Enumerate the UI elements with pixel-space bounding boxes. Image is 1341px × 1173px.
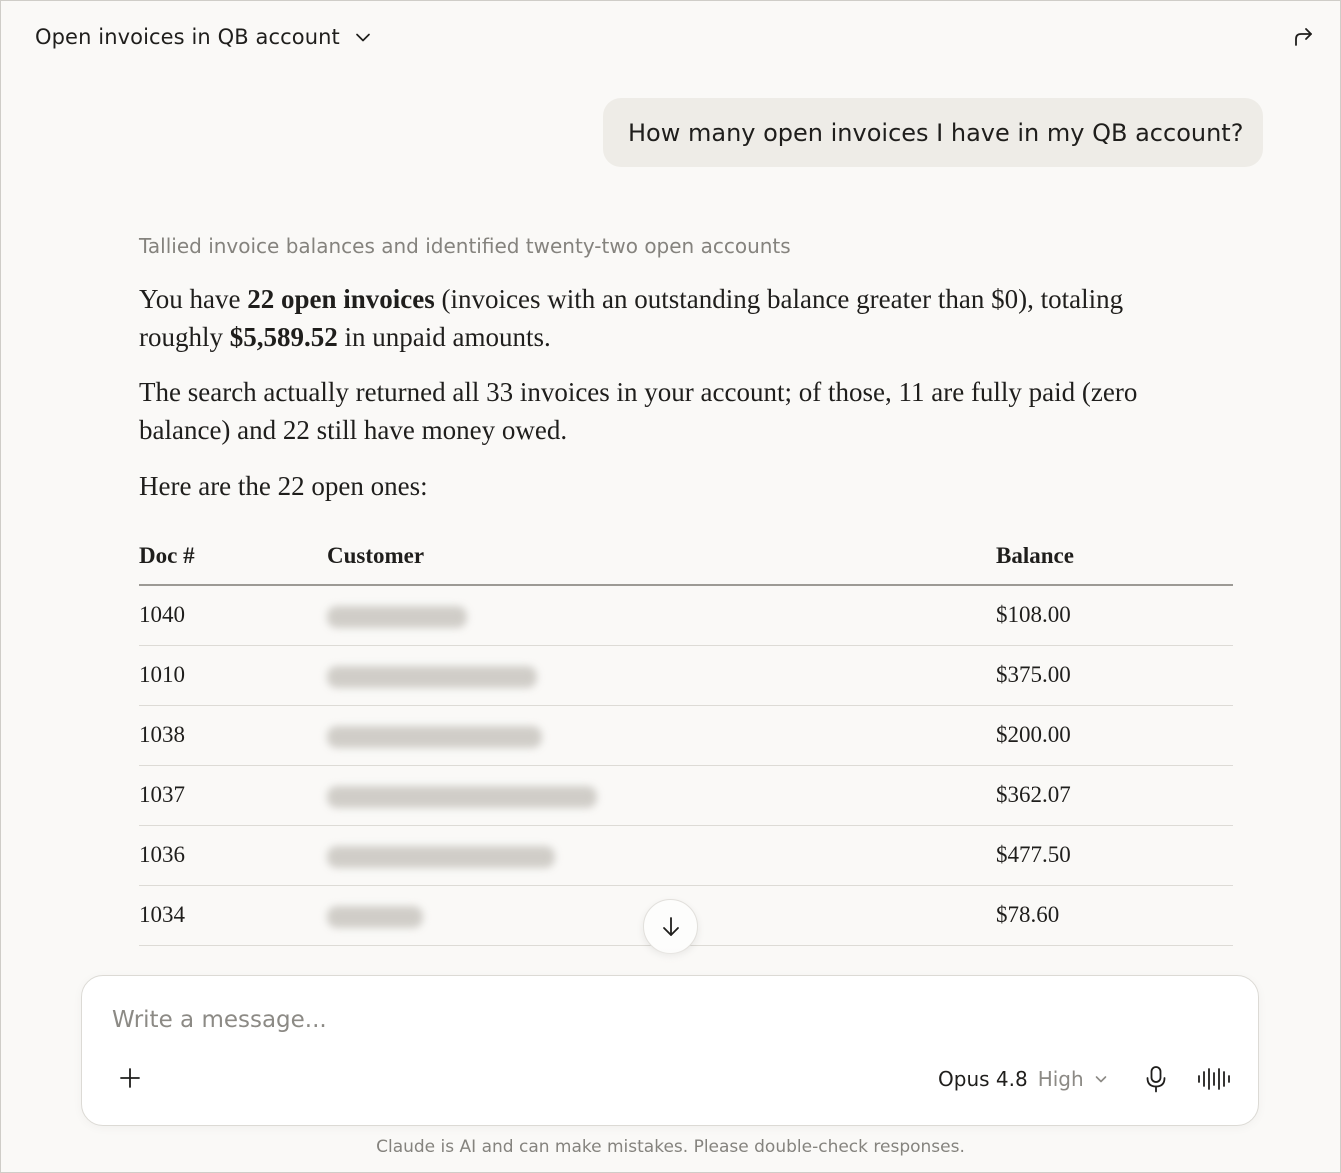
table-row: 1038 $200.00: [139, 705, 1233, 766]
balance-cell: $200.00: [996, 705, 1233, 766]
top-bar: Open invoices in QB account: [1, 1, 1341, 73]
column-header-doc: Doc #: [139, 527, 327, 586]
balance-cell: $362.07: [996, 765, 1233, 826]
chat-title-dropdown[interactable]: Open invoices in QB account: [35, 21, 372, 53]
microphone-icon[interactable]: [1142, 1064, 1170, 1094]
message-input[interactable]: [112, 1002, 1212, 1038]
voice-mode-icon[interactable]: [1196, 1064, 1232, 1094]
customer-cell-redacted: [327, 585, 996, 646]
table-row: 1040 $108.00: [139, 585, 1233, 646]
table-row: 1037 $362.07: [139, 765, 1233, 826]
chat-title: Open invoices in QB account: [35, 25, 340, 49]
doc-cell: 1040: [139, 585, 327, 646]
doc-cell: 1010: [139, 645, 327, 706]
customer-cell-redacted: [327, 825, 996, 886]
table-header-row: Doc # Customer Balance: [139, 527, 1233, 586]
thinking-summary[interactable]: Tallied invoice balances and identified …: [139, 234, 791, 258]
column-header-customer: Customer: [327, 527, 996, 586]
column-header-balance: Balance: [996, 527, 1233, 586]
customer-cell-redacted: [327, 705, 996, 766]
balance-cell: $477.50: [996, 825, 1233, 886]
plus-icon[interactable]: [116, 1064, 144, 1092]
doc-cell: 1037: [139, 765, 327, 826]
response-paragraph-3: Here are the 22 open ones:: [139, 471, 428, 501]
arrow-down-icon: [662, 916, 679, 936]
disclaimer-text: Claude is AI and can make mistakes. Plea…: [376, 1137, 965, 1157]
doc-cell: 1034: [139, 885, 327, 946]
model-name: Opus 4.8: [938, 1067, 1028, 1091]
table-row: 1036 $477.50: [139, 825, 1233, 886]
balance-cell: $108.00: [996, 585, 1233, 646]
effort-level: High: [1037, 1067, 1084, 1091]
doc-cell: 1038: [139, 705, 327, 766]
message-composer: Opus 4.8 High: [81, 975, 1259, 1126]
composer-fade: [1, 946, 1340, 976]
balance-cell: $375.00: [996, 645, 1233, 706]
invoice-table: Doc # Customer Balance 1040 $108.00 1010…: [139, 527, 1233, 946]
customer-cell-redacted: [327, 765, 996, 826]
chevron-down-icon: [1095, 1076, 1106, 1083]
table-row: 1010 $375.00: [139, 645, 1233, 706]
share-icon[interactable]: [1289, 23, 1317, 51]
customer-cell-redacted: [327, 645, 996, 706]
chevron-down-icon: [356, 33, 370, 42]
response-paragraph-2: The search actually returned all 33 invo…: [139, 377, 1138, 445]
user-message: How many open invoices I have in my QB a…: [603, 98, 1263, 167]
response-paragraph-1: You have 22 open invoices (invoices with…: [139, 284, 1124, 352]
doc-cell: 1036: [139, 825, 327, 886]
balance-cell: $78.60: [996, 885, 1233, 946]
model-selector[interactable]: Opus 4.8 High: [938, 1064, 1108, 1094]
